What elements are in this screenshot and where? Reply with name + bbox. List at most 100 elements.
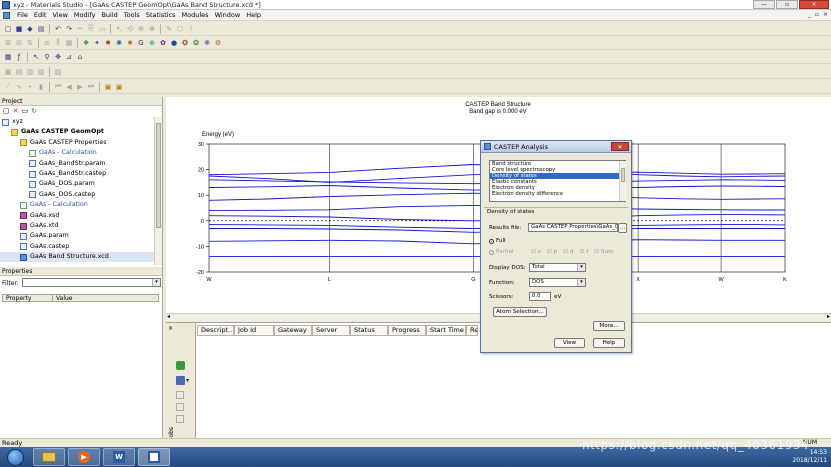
table-icon[interactable]: ▦ <box>64 38 74 48</box>
browse-button[interactable]: … <box>618 223 627 233</box>
redo-icon[interactable]: ↷ <box>64 24 74 34</box>
graph-curve-icon[interactable]: ∿ <box>14 82 24 92</box>
orbital-p-checkbox[interactable]: ☑ p <box>547 249 557 255</box>
jobs-column-header[interactable]: Descript... <box>197 325 234 336</box>
atom-selection-button[interactable]: Atom Selection... <box>493 307 547 317</box>
taskbar-word[interactable]: W <box>103 448 135 466</box>
results-file-field[interactable]: GaAs CASTEP Properties\GaAs_D <box>528 223 618 232</box>
refresh-icon[interactable]: ↻ <box>31 107 37 115</box>
undo-icon[interactable]: ↶ <box>53 24 63 34</box>
menu-help[interactable]: Help <box>243 11 264 19</box>
tree-item[interactable]: GaAs_DOS.param <box>0 179 155 189</box>
list-scrollbar[interactable] <box>619 161 626 201</box>
module-dmol-icon[interactable]: ✺ <box>114 38 124 48</box>
jobs-column-header[interactable]: Start Time <box>426 325 466 336</box>
module-gulp-icon[interactable]: G <box>136 38 146 48</box>
close-button[interactable]: ✕ <box>799 0 829 9</box>
jobs-delete-icon[interactable] <box>176 415 184 423</box>
list-scroll-thumb[interactable] <box>621 168 625 182</box>
orbital-d-checkbox[interactable]: ☑ d <box>563 249 573 255</box>
menu-build[interactable]: Build <box>98 11 120 19</box>
view-grid-icon[interactable]: ▦ <box>3 67 13 77</box>
tree-item[interactable]: GaAs - Calculation <box>0 148 155 158</box>
menu-statistics[interactable]: Statistics <box>143 11 179 19</box>
new-folder-icon[interactable]: ▢ <box>3 107 10 115</box>
module-sorption-icon[interactable]: ❂ <box>191 38 201 48</box>
tree-item[interactable]: xyz <box>0 117 155 127</box>
jobs-stop-icon[interactable] <box>176 391 184 399</box>
partial-radio[interactable]: Partial <box>489 249 514 255</box>
jobs-view-icon[interactable] <box>176 376 185 385</box>
help-button[interactable]: Help <box>593 338 625 348</box>
maximize-button[interactable]: ▫ <box>776 0 798 9</box>
menu-window[interactable]: Window <box>212 11 244 19</box>
tree-item[interactable]: GaAs_BandStr.castep <box>0 169 155 179</box>
columns-icon[interactable]: ⫼ <box>53 38 63 48</box>
new-icon[interactable]: ▢ <box>3 24 13 34</box>
module-blends-icon[interactable]: ✦ <box>92 38 102 48</box>
jobs-column-header[interactable]: Job Id <box>234 325 274 336</box>
jobs-pause-icon[interactable] <box>176 403 184 411</box>
tree-item[interactable]: GaAs.xtd <box>0 221 155 231</box>
module-mdynamics-icon[interactable]: ⚙ <box>213 38 223 48</box>
cut-icon[interactable]: ✂ <box>75 24 85 34</box>
paste-icon[interactable]: ▭ <box>97 24 107 34</box>
module-vamp-icon[interactable]: ❃ <box>202 38 212 48</box>
view-list-icon[interactable]: ▤ <box>14 67 24 77</box>
nav-play-icon[interactable]: ▶ <box>75 82 85 92</box>
mdi-close-icon[interactable]: × <box>823 11 828 18</box>
module-amorphous-icon[interactable]: ❖ <box>81 38 91 48</box>
menu-modules[interactable]: Modules <box>179 11 212 19</box>
module-morphology-icon[interactable]: ✿ <box>158 38 168 48</box>
magnify-icon[interactable]: ⚲ <box>42 52 52 62</box>
tree-item[interactable]: GaAs CASTEP GeomOpt <box>0 127 155 137</box>
menu-tools[interactable]: Tools <box>121 11 143 19</box>
align-icon[interactable]: ≡ <box>42 38 52 48</box>
module-reflex-icon[interactable]: ✪ <box>180 38 190 48</box>
graph-point-icon[interactable]: • <box>25 82 35 92</box>
start-button[interactable] <box>0 447 30 467</box>
tree-item[interactable]: GaAs_BandStr.param <box>0 159 155 169</box>
save-icon[interactable]: ■ <box>14 24 24 34</box>
sketch-icon[interactable]: ✎ <box>164 24 174 34</box>
module-mesocite-icon[interactable]: ⊛ <box>147 38 157 48</box>
taskbar-explorer[interactable] <box>33 448 65 466</box>
project-scroll-thumb[interactable] <box>156 123 161 228</box>
tree-item[interactable]: GaAs.xsd <box>0 211 155 221</box>
nav-last-icon[interactable]: ⏭ <box>86 82 96 92</box>
export-icon[interactable]: ▣ <box>114 82 124 92</box>
tree-item[interactable]: GaAs CASTEP Properties <box>0 138 155 148</box>
atom-grid-icon[interactable]: ▦ <box>3 52 13 62</box>
taskbar-materials-studio[interactable] <box>138 448 170 466</box>
select-icon[interactable]: ↖ <box>114 24 124 34</box>
function-select[interactable]: DOS ▾ <box>529 278 586 287</box>
archive-icon[interactable]: ▣ <box>103 82 113 92</box>
view-table-icon[interactable]: ▧ <box>36 67 46 77</box>
home-icon[interactable]: ⌂ <box>75 52 85 62</box>
menu-modify[interactable]: Modify <box>71 11 99 19</box>
scissors-input[interactable]: 0.0 <box>529 292 551 301</box>
graph-bar-icon[interactable]: ▮ <box>36 82 46 92</box>
scroll-left-icon[interactable]: ◂ <box>167 313 170 320</box>
tree-item[interactable]: GaAs.castep <box>0 242 155 252</box>
tree-item[interactable]: GaAs - Calculation <box>0 200 155 210</box>
sort-icon[interactable]: ⇅ <box>25 38 35 48</box>
jobs-column-header[interactable]: Progress <box>388 325 426 336</box>
view-button[interactable]: View <box>554 338 585 348</box>
tree-item[interactable]: GaAs.param <box>0 231 155 241</box>
jobs-column-header[interactable]: Gateway <box>274 325 312 336</box>
taskbar-media[interactable]: ▶ <box>68 448 100 466</box>
nav-prev-icon[interactable]: ◀ <box>64 82 74 92</box>
view-split-icon[interactable]: ▥ <box>25 67 35 77</box>
fx-icon[interactable]: ƒ <box>14 52 24 62</box>
module-castep-icon[interactable]: ✸ <box>103 38 113 48</box>
jobs-column-header[interactable]: Server <box>312 325 350 336</box>
module-forcite-icon[interactable]: ✹ <box>125 38 135 48</box>
rename-icon[interactable]: ▭ <box>22 107 29 115</box>
jobs-column-header[interactable]: Re <box>466 325 478 336</box>
menu-file[interactable]: File <box>14 11 31 19</box>
property-list[interactable]: Band structure Core level spectroscopy Den… <box>489 160 626 202</box>
jobs-close-icon[interactable]: × <box>168 325 173 332</box>
full-radio[interactable]: Full <box>489 238 506 244</box>
grid-icon[interactable]: ⊞ <box>3 38 13 48</box>
